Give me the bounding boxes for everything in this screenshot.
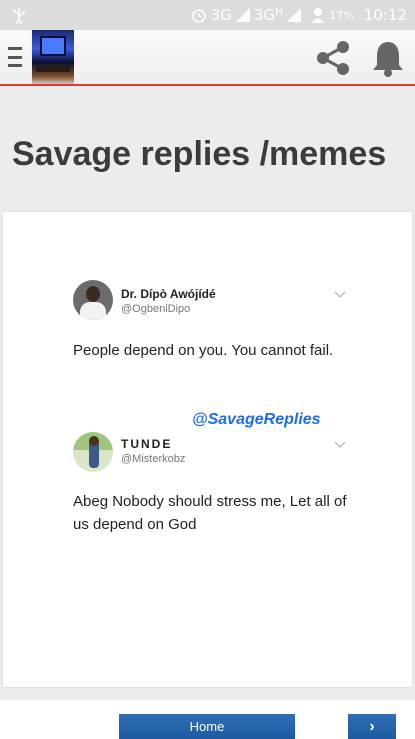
person-icon bbox=[312, 8, 325, 23]
menu-icon[interactable] bbox=[8, 47, 22, 67]
chevron-down-icon bbox=[334, 441, 346, 448]
signal-icon bbox=[235, 8, 250, 22]
tweet-1-text: People depend on you. You cannot fail. bbox=[73, 342, 334, 359]
bottom-nav: Home › bbox=[0, 700, 415, 739]
chevron-down-icon bbox=[334, 291, 346, 298]
tweet-2-handle: @Misterkobz bbox=[121, 453, 186, 465]
watermark: @SavageReplies bbox=[192, 411, 321, 428]
tweet-1-avatar bbox=[73, 280, 113, 320]
tweet-2-name: TUNDE bbox=[121, 437, 173, 451]
title-area: Savage replies /memes bbox=[0, 88, 415, 210]
tweet-2-avatar bbox=[73, 432, 113, 472]
network-type-2: 3G bbox=[253, 6, 276, 24]
status-bar: 3G 3G H 17% 10:12 bbox=[0, 0, 415, 30]
post-image[interactable]: Dr. Dípò Awójídé @OgbeniDipo People depe… bbox=[2, 211, 413, 688]
tweet-1-name: Dr. Dípò Awójídé bbox=[121, 287, 216, 301]
tweet-2-text: Abeg Nobody should stress me, Let all of… bbox=[73, 493, 347, 533]
page-title: Savage replies /memes bbox=[12, 135, 387, 173]
usb-icon bbox=[13, 7, 25, 24]
battery-level: 17% bbox=[329, 8, 354, 22]
app-bar bbox=[0, 30, 415, 86]
alarm-icon bbox=[191, 9, 206, 23]
share-icon[interactable] bbox=[313, 38, 353, 78]
signal-icon-2 bbox=[287, 8, 302, 22]
network-type-1: 3G bbox=[210, 6, 232, 24]
network-type-2-sup: H bbox=[275, 4, 284, 18]
pc-setup-logo[interactable] bbox=[32, 30, 74, 84]
next-button[interactable]: › bbox=[348, 714, 396, 739]
bell-icon[interactable] bbox=[370, 39, 406, 77]
tweet-1-handle: @OgbeniDipo bbox=[121, 303, 191, 315]
clock-time: 10:12 bbox=[363, 6, 407, 24]
home-button[interactable]: Home bbox=[119, 714, 295, 739]
